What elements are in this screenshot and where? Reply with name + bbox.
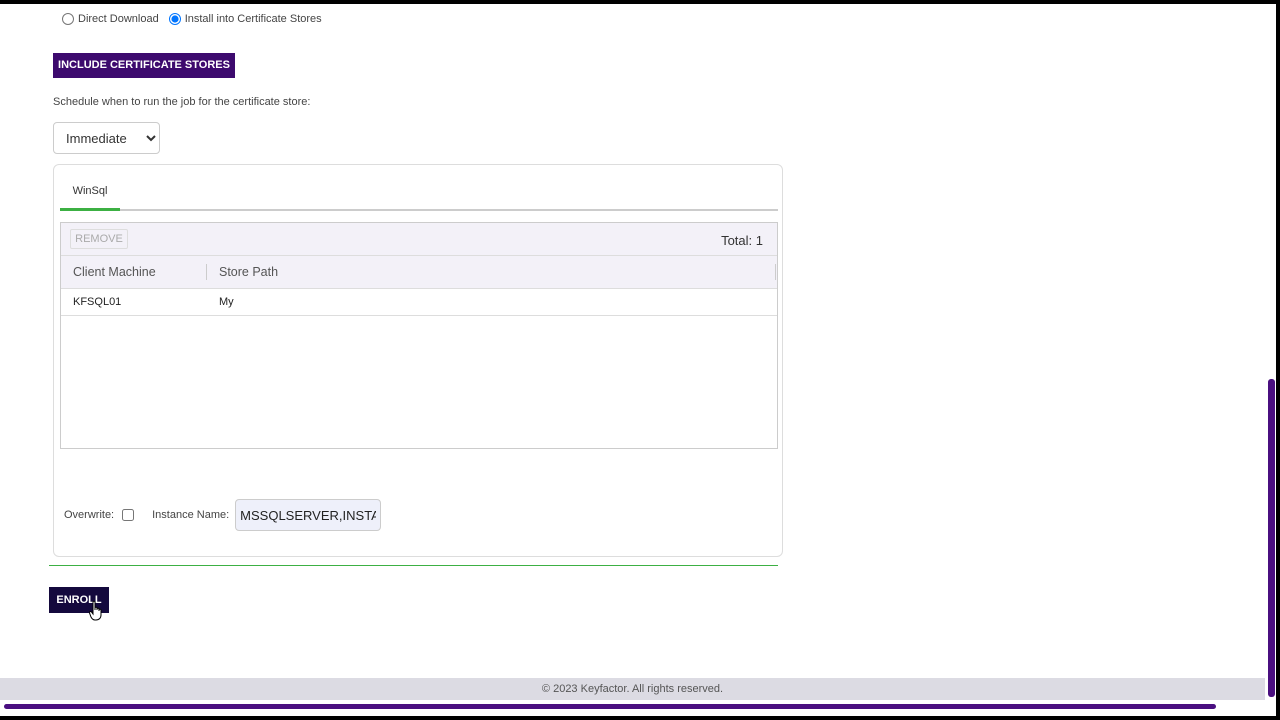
right-border [1276, 0, 1280, 720]
page-footer: © 2023 Keyfactor. All rights reserved. [0, 678, 1265, 700]
delivery-format-group: Direct Download Install into Certificate… [62, 13, 332, 25]
remove-button[interactable]: REMOVE [70, 229, 128, 249]
install-stores-label: Install into Certificate Stores [184, 13, 322, 25]
bottom-border [0, 716, 1280, 720]
certificate-store-grid: REMOVE Total: 1 Client Machine Store Pat… [60, 222, 778, 449]
top-border [0, 0, 1280, 4]
column-header-store-path[interactable]: Store Path [219, 256, 278, 288]
direct-download-option[interactable]: Direct Download [62, 13, 159, 25]
grid-total-count: Total: 1 [721, 233, 763, 248]
store-type-tabs: WinSql [60, 165, 778, 211]
instance-name-input[interactable] [235, 499, 382, 531]
cell-client-machine: KFSQL01 [73, 296, 122, 308]
column-header-client-machine[interactable]: Client Machine [73, 256, 156, 288]
hand-cursor-icon [89, 600, 102, 621]
direct-download-radio[interactable] [62, 13, 74, 25]
install-stores-radio[interactable] [168, 13, 181, 25]
column-separator[interactable] [206, 264, 207, 280]
store-options-row: Overwrite: Instance Name: [64, 499, 382, 531]
tab-winsql[interactable]: WinSql [60, 165, 120, 211]
horizontal-scrollbar[interactable] [4, 704, 1216, 709]
direct-download-label: Direct Download [78, 13, 159, 25]
active-tab-indicator [60, 208, 120, 211]
section-divider [49, 565, 778, 566]
schedule-select[interactable]: Immediate [53, 122, 160, 154]
certificate-store-panel: WinSql REMOVE Total: 1 Client Machine St… [53, 164, 783, 557]
overwrite-checkbox[interactable] [122, 509, 135, 521]
vertical-scrollbar[interactable] [1268, 379, 1275, 697]
tab-winsql-label: WinSql [72, 185, 108, 197]
schedule-label: Schedule when to run the job for the cer… [53, 96, 311, 108]
cell-store-path: My [219, 296, 234, 308]
instance-name-label: Instance Name: [152, 509, 230, 521]
overwrite-label: Overwrite: [64, 509, 115, 521]
include-certificate-stores-button[interactable]: INCLUDE CERTIFICATE STORES [53, 53, 235, 78]
grid-toolbar: REMOVE Total: 1 [61, 223, 777, 256]
table-row[interactable]: KFSQL01 My [61, 289, 777, 316]
column-separator[interactable] [775, 264, 776, 280]
install-stores-option[interactable]: Install into Certificate Stores [168, 13, 322, 25]
grid-header: Client Machine Store Path [61, 256, 777, 289]
